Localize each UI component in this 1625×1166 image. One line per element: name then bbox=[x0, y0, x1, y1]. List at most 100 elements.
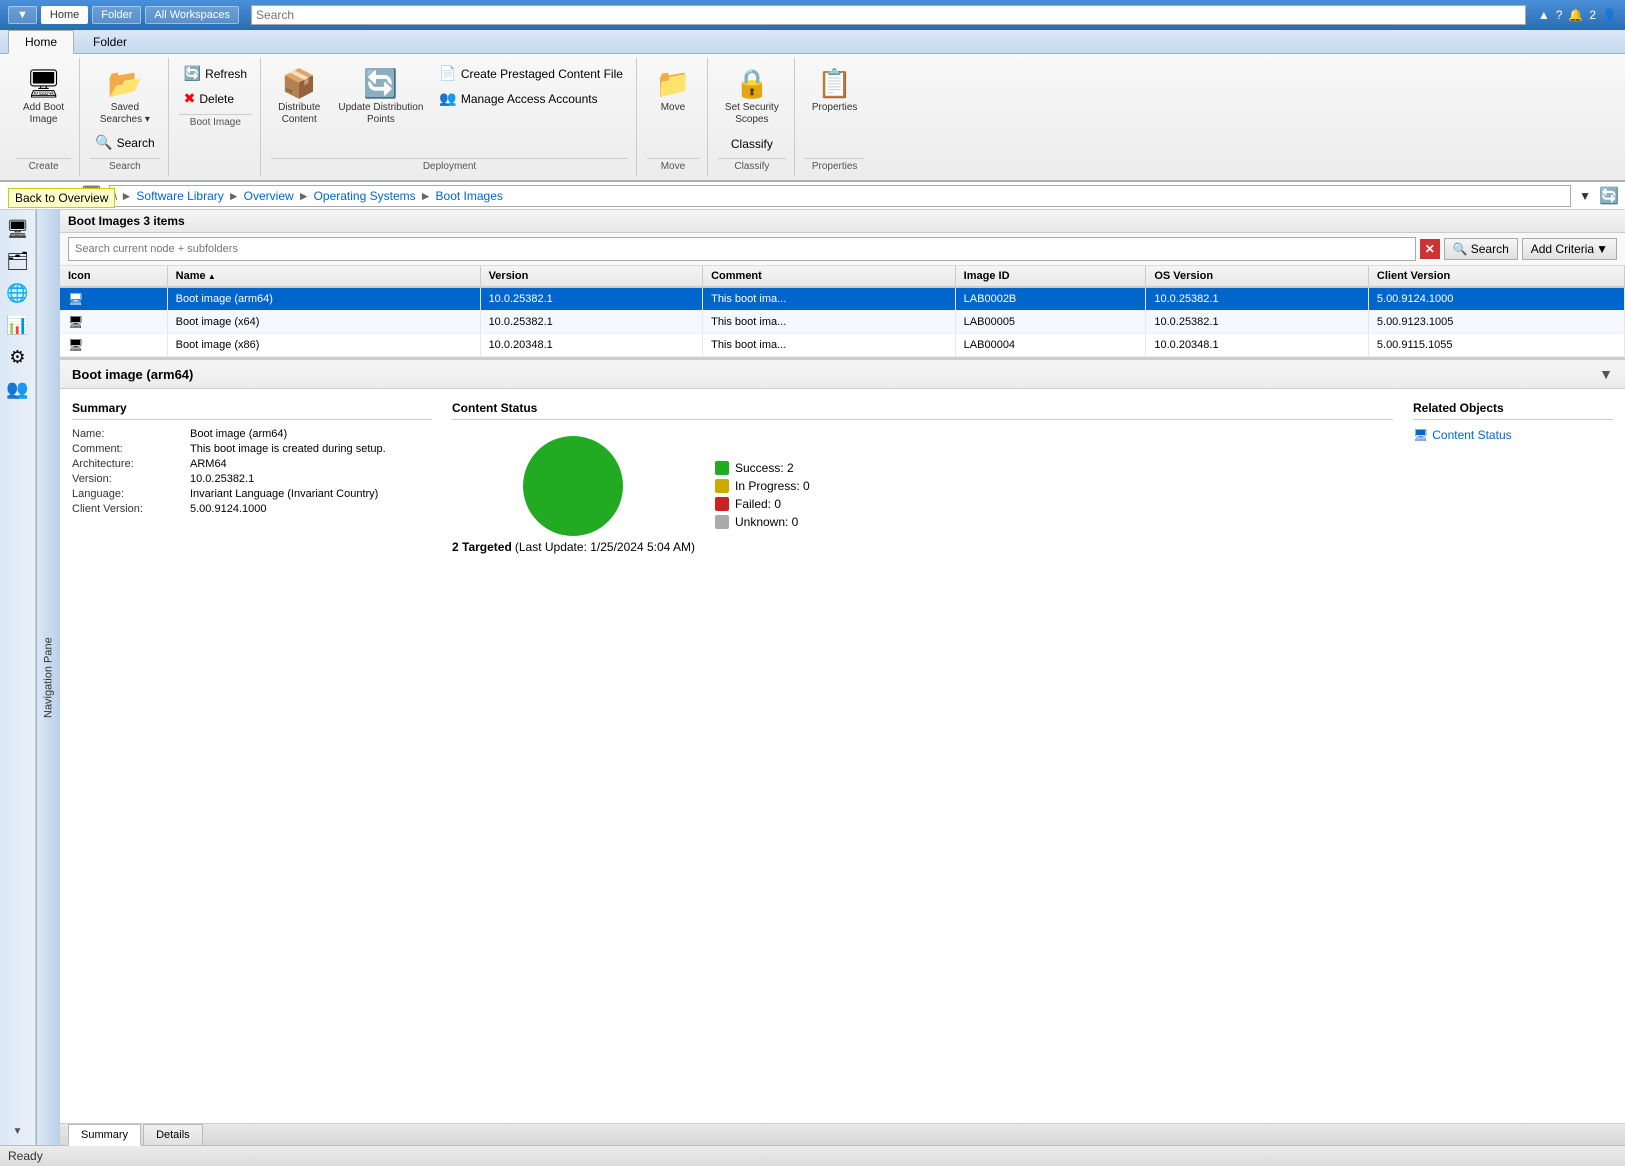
create-prestaged-button[interactable]: 📄 Create Prestaged Content File bbox=[434, 62, 628, 85]
saved-searches-icon: 📂 bbox=[107, 67, 142, 100]
move-button[interactable]: 📁 Move bbox=[647, 62, 699, 119]
add-criteria-button[interactable]: Add Criteria ▼ bbox=[1522, 238, 1617, 260]
search-input[interactable] bbox=[68, 237, 1416, 261]
title-bar-icons: ▲ ? 🔔 2 👤 bbox=[1538, 8, 1617, 22]
sidebar-icon-4[interactable]: 📊 bbox=[3, 310, 33, 340]
ribbon-group-create: 🖥 Add BootImage Create bbox=[8, 58, 80, 176]
refresh-button[interactable]: 🔄 Refresh bbox=[179, 62, 252, 85]
related-link-item[interactable]: 🖥Content Status bbox=[1413, 428, 1613, 442]
table-row[interactable]: 🖥 Boot image (x64) 10.0.25382.1 This boo… bbox=[60, 311, 1625, 334]
col-client-version[interactable]: Client Version bbox=[1368, 266, 1624, 287]
notification-count: 2 bbox=[1589, 8, 1596, 22]
set-security-scopes-button[interactable]: 🔒 Set SecurityScopes bbox=[718, 62, 786, 131]
sidebar-icon-6[interactable]: 👥 bbox=[3, 374, 33, 404]
saved-searches-button[interactable]: 📂 SavedSearches ▾ bbox=[93, 62, 157, 131]
properties-button[interactable]: 📋 Properties bbox=[805, 62, 865, 119]
cell-image-id: LAB00004 bbox=[955, 334, 1146, 357]
classify-group-label: Classify bbox=[718, 158, 786, 172]
search-clear-button[interactable]: ✕ bbox=[1420, 239, 1440, 259]
field-label: Language: bbox=[72, 488, 182, 500]
col-name[interactable]: Name bbox=[167, 266, 480, 287]
col-image-id[interactable]: Image ID bbox=[955, 266, 1146, 287]
legend-color bbox=[715, 515, 729, 529]
sidebar-icon-1[interactable]: 🖥 bbox=[3, 214, 33, 244]
legend-item: Unknown: 0 bbox=[715, 515, 810, 529]
sidebar-collapse-btn[interactable]: ▼ bbox=[8, 1121, 28, 1141]
tab-details[interactable]: Details bbox=[143, 1124, 203, 1145]
user-icon[interactable]: 👤 bbox=[1602, 8, 1617, 22]
legend-item: Failed: 0 bbox=[715, 497, 810, 511]
search-execute-button[interactable]: 🔍 Search bbox=[1444, 238, 1518, 260]
distribute-content-button[interactable]: 📦 DistributeContent bbox=[271, 62, 327, 131]
classify-button-small[interactable]: Classify bbox=[726, 134, 778, 154]
field-value: Boot image (arm64) bbox=[190, 428, 287, 440]
move-group-label: Move bbox=[647, 158, 699, 172]
tab-folder[interactable]: Folder bbox=[92, 6, 141, 24]
cell-icon: 🖥 bbox=[60, 334, 167, 357]
manage-access-button[interactable]: 👥 Manage Access Accounts bbox=[434, 87, 628, 110]
collapse-icon[interactable]: ▲ bbox=[1538, 8, 1550, 22]
col-os-version[interactable]: OS Version bbox=[1146, 266, 1369, 287]
cell-icon: 🖥 bbox=[60, 311, 167, 334]
sidebar-icon-3[interactable]: 🌐 bbox=[3, 278, 33, 308]
delete-button[interactable]: ✖ Delete bbox=[179, 87, 252, 110]
summary-field-row: Version:10.0.25382.1 bbox=[72, 473, 432, 485]
app-dropdown-btn[interactable]: ▼ bbox=[8, 6, 37, 24]
ribbon-group-search: 📂 SavedSearches ▾ 🔍 Search Search bbox=[82, 58, 168, 176]
cell-client-version: 5.00.9123.1005 bbox=[1368, 311, 1624, 334]
content-area: Boot Images 3 items ✕ 🔍 Search Add Crite… bbox=[60, 210, 1625, 1145]
breadcrumb-software-library[interactable]: Software Library bbox=[136, 189, 223, 203]
set-security-scopes-icon: 🔒 bbox=[734, 67, 769, 100]
notification-icon[interactable]: 🔔 bbox=[1568, 8, 1583, 22]
add-boot-image-button[interactable]: 🖥 Add BootImage bbox=[16, 62, 71, 131]
breadcrumb-sep0: \ ► bbox=[114, 189, 133, 203]
tab-home[interactable]: Home bbox=[41, 6, 88, 24]
ribbon-tab-home[interactable]: Home bbox=[8, 30, 74, 54]
title-bar: ▼ Home Folder All Workspaces ▲ ? 🔔 2 👤 bbox=[0, 0, 1625, 30]
cell-name: Boot image (arm64) bbox=[167, 287, 480, 311]
summary-section: Summary Name:Boot image (arm64)Comment:T… bbox=[72, 401, 432, 1111]
ribbon-tab-folder[interactable]: Folder bbox=[76, 30, 144, 53]
properties-group-label: Properties bbox=[805, 158, 865, 172]
boot-image-col: 🔄 Refresh ✖ Delete bbox=[179, 62, 252, 110]
col-comment[interactable]: Comment bbox=[703, 266, 956, 287]
sidebar-icon-5[interactable]: ⚙ bbox=[3, 342, 33, 372]
refresh-address-icon[interactable]: 🔄 bbox=[1599, 186, 1619, 206]
sidebar-icon-2[interactable]: 🗂 bbox=[3, 246, 33, 276]
legend-color bbox=[715, 479, 729, 493]
breadcrumb-operating-systems[interactable]: Operating Systems bbox=[314, 189, 416, 203]
table-row[interactable]: 🖥 Boot image (arm64) 10.0.25382.1 This b… bbox=[60, 287, 1625, 311]
row-icon: 🖥 bbox=[68, 292, 83, 306]
legend-item: In Progress: 0 bbox=[715, 479, 810, 493]
set-security-scopes-label: Set SecurityScopes bbox=[725, 102, 779, 126]
cell-os-version: 10.0.25382.1 bbox=[1146, 311, 1369, 334]
table-body: 🖥 Boot image (arm64) 10.0.25382.1 This b… bbox=[60, 287, 1625, 357]
breadcrumb-overview[interactable]: Overview bbox=[244, 189, 294, 203]
cell-os-version: 10.0.25382.1 bbox=[1146, 287, 1369, 311]
add-boot-image-icon: 🖥 bbox=[26, 67, 62, 100]
cell-os-version: 10.0.20348.1 bbox=[1146, 334, 1369, 357]
ribbon-group-deployment: 📦 DistributeContent 🔄 Update Distributio… bbox=[263, 58, 637, 176]
update-dist-points-button[interactable]: 🔄 Update DistributionPoints bbox=[331, 62, 430, 131]
global-search-input[interactable] bbox=[251, 5, 1526, 25]
table-row[interactable]: 🖥 Boot image (x86) 10.0.20348.1 This boo… bbox=[60, 334, 1625, 357]
related-section-title: Related Objects bbox=[1413, 401, 1613, 420]
cell-version: 10.0.25382.1 bbox=[480, 287, 703, 311]
help-icon[interactable]: ? bbox=[1556, 8, 1563, 22]
legend-label: Failed: 0 bbox=[735, 497, 781, 511]
col-icon[interactable]: Icon bbox=[60, 266, 167, 287]
breadcrumb-boot-images[interactable]: Boot Images bbox=[436, 189, 503, 203]
workspace-selector[interactable]: All Workspaces bbox=[145, 6, 239, 24]
legend-label: In Progress: 0 bbox=[735, 479, 810, 493]
col-version[interactable]: Version bbox=[480, 266, 703, 287]
search-button-small[interactable]: 🔍 Search bbox=[90, 131, 159, 154]
tab-summary[interactable]: Summary bbox=[68, 1124, 141, 1146]
status-text: Ready bbox=[8, 1149, 43, 1163]
pie-chart bbox=[523, 436, 623, 536]
summary-fields: Name:Boot image (arm64)Comment:This boot… bbox=[72, 428, 432, 518]
legend-label: Unknown: 0 bbox=[735, 515, 798, 529]
detail-collapse-btn[interactable]: ▼ bbox=[1599, 366, 1613, 382]
breadcrumb-dropdown[interactable]: ▼ bbox=[1575, 186, 1595, 206]
cell-image-id: LAB00005 bbox=[955, 311, 1146, 334]
ribbon-group-boot-image: 🔄 Refresh ✖ Delete Boot Image bbox=[171, 58, 261, 176]
